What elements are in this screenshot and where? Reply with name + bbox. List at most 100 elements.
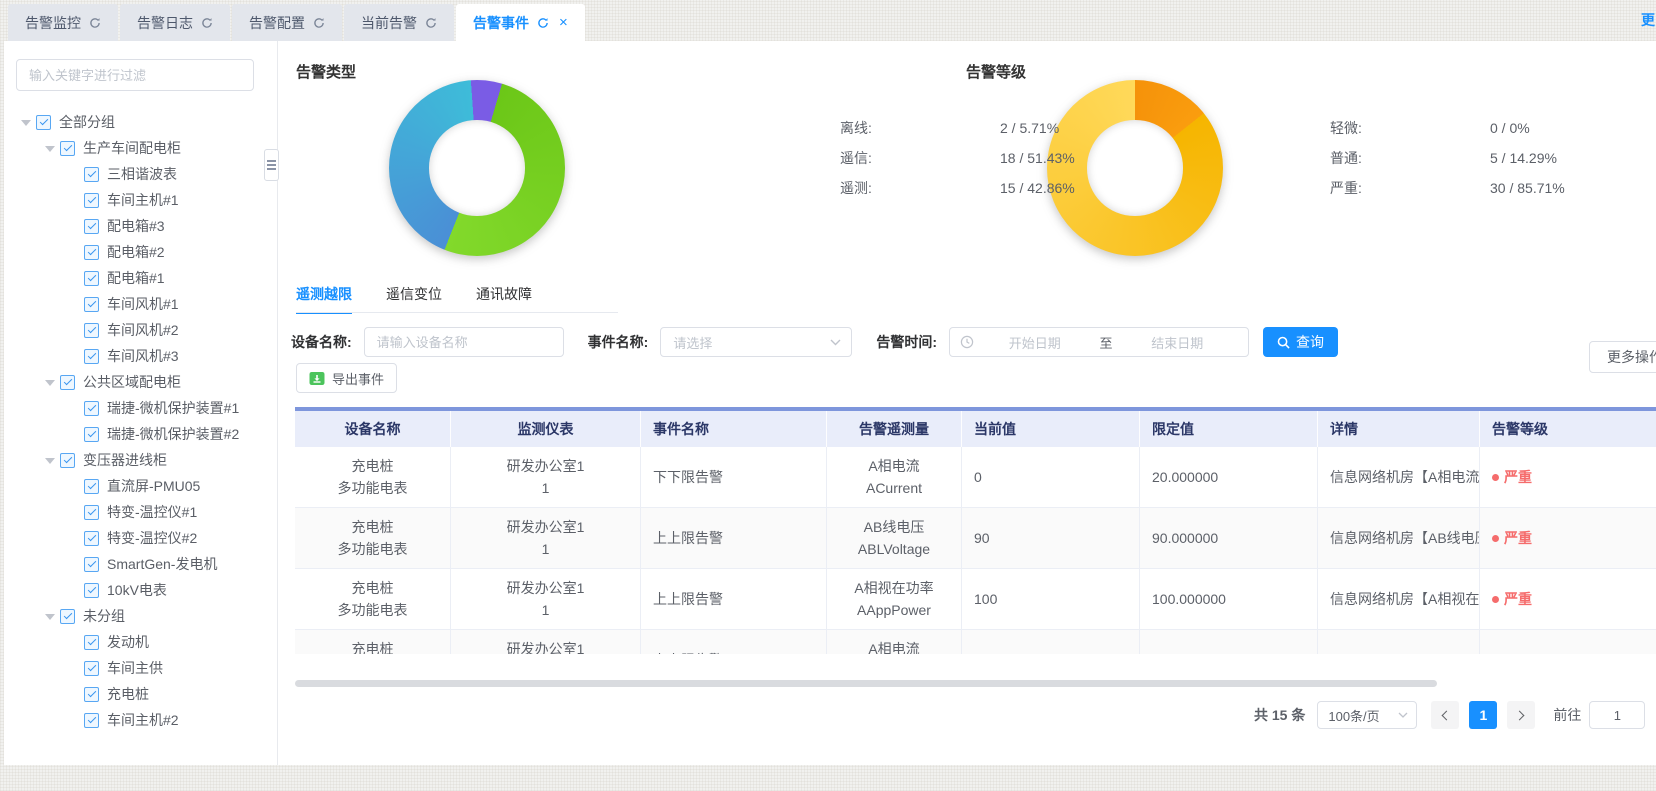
search-button[interactable]: 查询 [1263, 327, 1338, 357]
tree-item[interactable]: 生产车间配电柜 [4, 135, 277, 161]
window-tab-alarm-monitor[interactable]: 告警监控 [8, 4, 118, 41]
cell-event: 上上限告警 [641, 630, 827, 654]
tab-comm-fault[interactable]: 通讯故障 [476, 284, 532, 314]
sidebar-collapse-handle[interactable] [264, 149, 279, 181]
alarm-level-legend: 轻微:0 / 0%普通:5 / 14.29%严重:30 / 85.71% [1330, 113, 1630, 203]
cell-line: A相视在功率 [854, 577, 933, 599]
tree-item[interactable]: 车间风机#3 [4, 343, 277, 369]
tree-checkbox[interactable] [84, 505, 99, 520]
table-row[interactable]: 充电桩多功能电表研发办公室11上上限告警A相电流ACurrent [295, 630, 1656, 654]
tree-checkbox[interactable] [60, 375, 75, 390]
tree-item[interactable]: 变压器进线柜 [4, 447, 277, 473]
tree-item[interactable]: 车间主机#2 [4, 707, 277, 733]
tree-item[interactable]: 瑞捷-微机保护装置#2 [4, 421, 277, 447]
tree-checkbox[interactable] [84, 687, 99, 702]
tree-checkbox[interactable] [84, 427, 99, 442]
expand-caret-icon[interactable] [42, 144, 58, 152]
alarm-time-range-picker[interactable]: 开始日期 至 结束日期 [949, 327, 1249, 357]
tree-checkbox[interactable] [84, 245, 99, 260]
prev-page-button[interactable] [1431, 701, 1459, 729]
tree-item[interactable]: 车间主机#1 [4, 187, 277, 213]
tree-checkbox[interactable] [60, 141, 75, 156]
tree-item[interactable]: 10kV电表 [4, 577, 277, 603]
tree-item[interactable]: 瑞捷-微机保护装置#1 [4, 395, 277, 421]
tree-item[interactable]: 直流屏-PMU05 [4, 473, 277, 499]
tree-checkbox[interactable] [60, 453, 75, 468]
window-tab-alarm-events[interactable]: 告警事件 × [456, 4, 585, 41]
tree-item[interactable]: 未分组 [4, 603, 277, 629]
tree-checkbox[interactable] [84, 583, 99, 598]
tree-checkbox[interactable] [84, 297, 99, 312]
start-date-placeholder[interactable]: 开始日期 [974, 333, 1096, 352]
refresh-icon[interactable] [313, 17, 325, 29]
goto-page-input[interactable] [1589, 701, 1645, 729]
tree-checkbox[interactable] [84, 323, 99, 338]
tab-telemetry-limit[interactable]: 遥测越限 [296, 284, 352, 314]
event-name-select[interactable]: 请选择 [660, 327, 852, 357]
tree-item[interactable]: SmartGen-发电机 [4, 551, 277, 577]
tree-checkbox[interactable] [84, 531, 99, 546]
tree-checkbox[interactable] [84, 401, 99, 416]
alarm-level-dot [1492, 474, 1499, 481]
horizontal-scrollbar-thumb[interactable] [295, 680, 1437, 687]
page-number-1[interactable]: 1 [1469, 701, 1497, 729]
page-size-select[interactable]: 100条/页 [1317, 701, 1417, 729]
corner-more-link[interactable]: 更 [1641, 10, 1656, 30]
tree-item[interactable]: 三相谐波表 [4, 161, 277, 187]
tree-item[interactable]: 特变-温控仪#1 [4, 499, 277, 525]
cell-current-value: 0 [962, 447, 1140, 507]
tree-checkbox[interactable] [84, 661, 99, 676]
tree-checkbox[interactable] [84, 557, 99, 572]
tree-item[interactable]: 配电箱#2 [4, 239, 277, 265]
refresh-icon[interactable] [201, 17, 213, 29]
close-icon[interactable]: × [559, 14, 568, 31]
tree-checkbox[interactable] [84, 713, 99, 728]
table-row[interactable]: 充电桩多功能电表研发办公室11上上限告警A相视在功率AAppPower10010… [295, 569, 1656, 630]
window-tab-current-alarm[interactable]: 当前告警 [344, 4, 454, 41]
tree-checkbox[interactable] [36, 115, 51, 130]
tree-item[interactable]: 全部分组 [4, 109, 277, 135]
tree-item[interactable]: 配电箱#3 [4, 213, 277, 239]
more-actions-button[interactable]: 更多操作 [1589, 341, 1656, 373]
tree-checkbox[interactable] [84, 271, 99, 286]
tree-item[interactable]: 车间主供 [4, 655, 277, 681]
tab-signal-change[interactable]: 遥信变位 [386, 284, 442, 314]
tree-item[interactable]: 发动机 [4, 629, 277, 655]
refresh-icon[interactable] [89, 17, 101, 29]
cell-line: 研发办公室1 [507, 516, 585, 538]
tree-item[interactable]: 车间风机#2 [4, 317, 277, 343]
tree-item[interactable]: 配电箱#1 [4, 265, 277, 291]
refresh-icon[interactable] [425, 17, 437, 29]
tree-item[interactable]: 公共区域配电柜 [4, 369, 277, 395]
tree-checkbox[interactable] [84, 479, 99, 494]
tree-item[interactable]: 特变-温控仪#2 [4, 525, 277, 551]
tree-filter-input[interactable] [16, 59, 254, 91]
table-row[interactable]: 充电桩多功能电表研发办公室11下下限告警A相电流ACurrent020.0000… [295, 447, 1656, 508]
window-tab-alarm-log[interactable]: 告警日志 [120, 4, 230, 41]
end-date-placeholder[interactable]: 结束日期 [1117, 333, 1239, 352]
expand-caret-icon[interactable] [18, 118, 34, 126]
tree-item[interactable]: 充电桩 [4, 681, 277, 707]
caret-spacer [66, 589, 82, 591]
expand-caret-icon[interactable] [42, 456, 58, 464]
tree-checkbox[interactable] [84, 193, 99, 208]
tree-checkbox[interactable] [84, 635, 99, 650]
device-name-input[interactable] [364, 327, 564, 357]
table-row[interactable]: 充电桩多功能电表研发办公室11上上限告警AB线电压ABLVoltage9090.… [295, 508, 1656, 569]
window-tab-alarm-config[interactable]: 告警配置 [232, 4, 342, 41]
expand-caret-icon[interactable] [42, 612, 58, 620]
alarm-level-text: 严重 [1504, 467, 1532, 487]
legend-value: 18 / 51.43% [1000, 150, 1075, 166]
next-page-button[interactable] [1507, 701, 1535, 729]
cell-alarm-level [1480, 630, 1656, 654]
tree-item[interactable]: 车间风机#1 [4, 291, 277, 317]
tree-checkbox[interactable] [84, 167, 99, 182]
tree-checkbox[interactable] [84, 219, 99, 234]
tree-checkbox[interactable] [60, 609, 75, 624]
tree-checkbox[interactable] [84, 349, 99, 364]
expand-caret-icon[interactable] [42, 378, 58, 386]
refresh-icon[interactable] [537, 17, 549, 29]
export-events-button[interactable]: 导出事件 [296, 363, 397, 393]
filter-bar: 设备名称: 事件名称: 请选择 告警时间: 开始日期 至 结束日期 查询 [291, 327, 1338, 357]
tree-item-label: 充电桩 [107, 684, 149, 704]
